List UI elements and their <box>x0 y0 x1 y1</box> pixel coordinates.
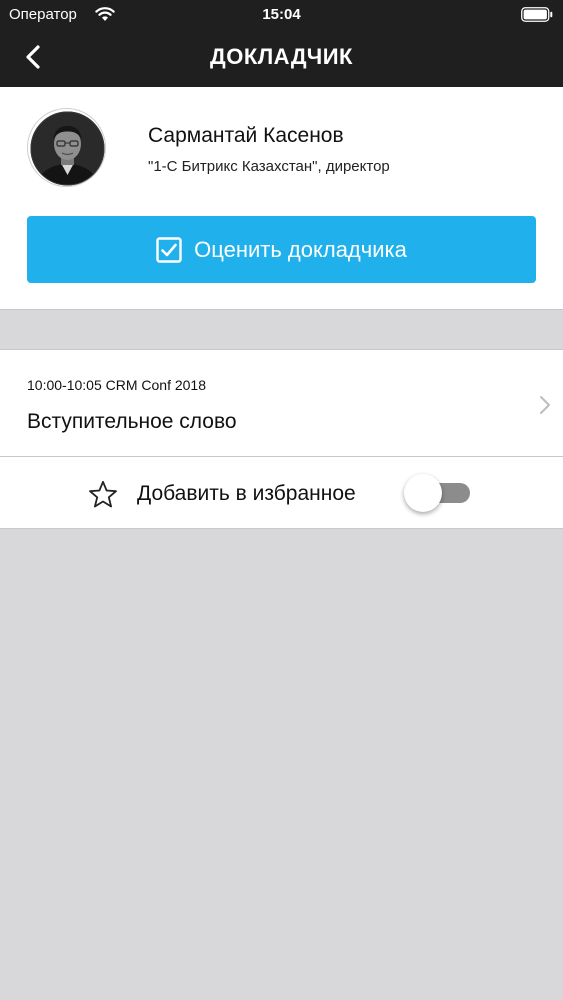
favorite-row: Добавить в избранное <box>0 457 563 529</box>
speaker-role: "1-С Битрикс Казахстан", директор <box>148 158 390 175</box>
clock: 15:04 <box>262 6 301 23</box>
page-title: ДОКЛАДЧИК <box>210 44 353 69</box>
toggle-knob <box>404 474 442 512</box>
session-title: Вступительное слово <box>27 410 237 433</box>
avatar <box>27 108 106 187</box>
rate-speaker-button[interactable]: Оценить докладчика <box>27 216 536 283</box>
top-bar: Оператор 15:04 ДОКЛАДЧИК <box>0 0 563 87</box>
favorite-toggle[interactable] <box>404 474 470 512</box>
checkbox-checked-icon <box>156 236 182 263</box>
favorite-label: Добавить в избранное <box>137 482 356 505</box>
rate-speaker-label: Оценить докладчика <box>194 236 407 262</box>
nav-bar: ДОКЛАДЧИК <box>0 30 563 87</box>
status-bar: Оператор 15:04 <box>0 0 563 30</box>
star-icon <box>89 480 117 508</box>
speaker-name: Сармантай Касенов <box>148 124 344 147</box>
battery-icon <box>521 7 553 22</box>
speaker-card: Сармантай Касенов "1-С Битрикс Казахстан… <box>0 87 563 310</box>
speaker-photo <box>30 111 105 186</box>
session-time: 10:00-10:05 CRM Conf 2018 <box>27 377 206 393</box>
chevron-right-icon <box>540 396 550 414</box>
session-list-item[interactable]: 10:00-10:05 CRM Conf 2018 Вступительное … <box>0 349 563 457</box>
